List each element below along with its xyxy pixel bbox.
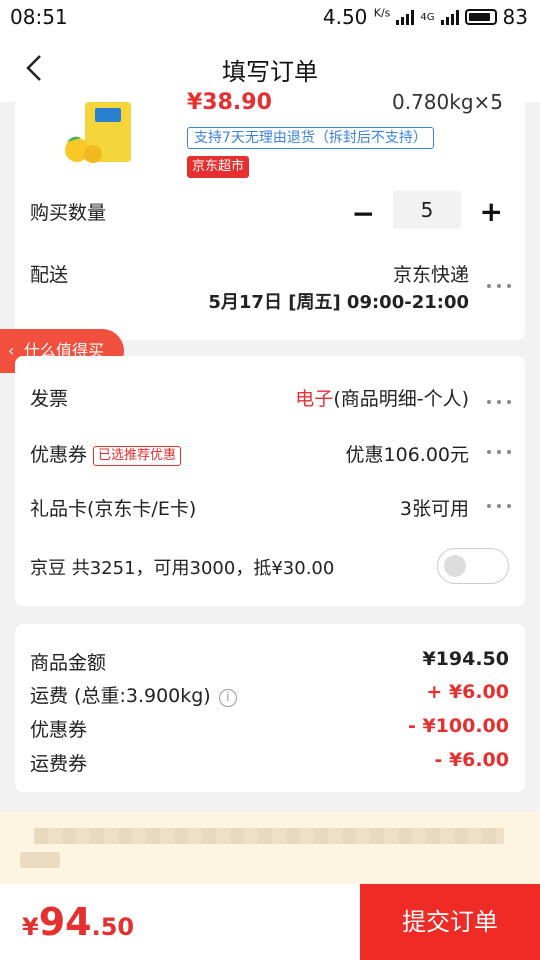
quantity-plus-button[interactable]: +: [480, 195, 503, 228]
battery-icon: [464, 9, 497, 25]
more-icon[interactable]: [487, 284, 511, 288]
chevron-left-icon: ‹: [8, 341, 15, 360]
status-bar: 08:51 4.50 K/s 4G 83: [0, 0, 540, 36]
gift-card-value[interactable]: 3张可用: [400, 494, 469, 521]
quantity-input[interactable]: 5: [393, 191, 461, 229]
jingdou-toggle[interactable]: [437, 548, 509, 584]
info-icon[interactable]: i: [218, 689, 237, 707]
price-summary-card: 商品金额 ¥194.50 运费 (总重:3.900kg) i + ¥6.00 优惠…: [15, 624, 525, 792]
total-integer: 94: [38, 900, 92, 944]
total-currency: ¥: [22, 913, 39, 941]
more-icon[interactable]: [487, 450, 511, 454]
product-thumbnail[interactable]: [55, 102, 145, 166]
product-weight: 0.780kg×5: [391, 90, 503, 114]
invoice-type: 电子: [295, 388, 334, 410]
delivery-carrier[interactable]: 京东快递: [393, 260, 469, 287]
options-card: 发票 电子(商品明细-个人) 优惠券 已选推荐优惠 优惠106.00元 礼品卡(京…: [15, 356, 525, 606]
summary-goods-label: 商品金额: [30, 652, 107, 674]
summary-shipping-row: 运费 (总重:3.900kg) i: [30, 681, 237, 708]
invoice-value[interactable]: 电子(商品明细-个人): [295, 384, 469, 411]
blurred-text: [20, 852, 60, 868]
delivery-time[interactable]: 5月17日 [周五] 09:00-21:00: [208, 288, 469, 314]
summary-coupon-label: 优惠券: [30, 719, 88, 741]
coupon-label-row: 优惠券 已选推荐优惠: [30, 440, 182, 467]
product-card: ¥38.90 0.780kg×5 支持7天无理由退货（拆封后不支持） 京东超市 …: [15, 90, 525, 340]
status-time: 08:51: [10, 5, 68, 29]
gift-card-label: 礼品卡(京东卡/E卡): [30, 498, 197, 520]
summary-goods-value: ¥194.50: [422, 648, 509, 670]
signal-icon: [396, 9, 415, 25]
summary-shipping-value: + ¥6.00: [426, 681, 509, 703]
product-price: ¥38.90: [187, 90, 272, 115]
blurred-text: [34, 828, 504, 844]
summary-shipping-coupon-value: - ¥6.00: [434, 749, 509, 771]
coupon-badge: 已选推荐优惠: [93, 446, 182, 466]
store-tag: 京东超市: [187, 156, 250, 178]
page-title: 填写订单: [222, 58, 318, 86]
total-decimal: .50: [91, 913, 135, 941]
summary-shipping-label: 运费 (总重:3.900kg): [30, 685, 211, 707]
battery-level: 83: [502, 5, 528, 29]
coupon-value[interactable]: 优惠106.00元: [346, 440, 469, 467]
network-type: 4G: [420, 11, 435, 23]
signal-icon-2: [440, 9, 459, 25]
return-policy-tag: 支持7天无理由退货（拆封后不支持）: [187, 127, 434, 149]
summary-shipping-coupon-label: 运费券: [30, 753, 88, 775]
more-icon[interactable]: [487, 504, 511, 508]
quantity-label: 购买数量: [30, 202, 107, 224]
invoice-detail: (商品明细-个人): [333, 388, 469, 410]
checkout-bar: ¥94.50 提交订单: [0, 884, 540, 960]
more-icon[interactable]: [487, 400, 511, 404]
notice-banner: [0, 812, 540, 884]
coupon-label: 优惠券: [30, 444, 88, 466]
submit-order-button[interactable]: 提交订单: [360, 884, 540, 960]
invoice-label: 发票: [30, 388, 69, 410]
quantity-minus-button[interactable]: −: [352, 197, 375, 230]
total-price: ¥94.50: [22, 900, 134, 944]
summary-coupon-value: - ¥100.00: [407, 715, 509, 737]
delivery-label: 配送: [30, 264, 69, 286]
network-speed: 4.50 K/s: [322, 5, 391, 29]
jingdou-label: 京豆 共3251，可用3000，抵¥30.00: [30, 558, 335, 579]
